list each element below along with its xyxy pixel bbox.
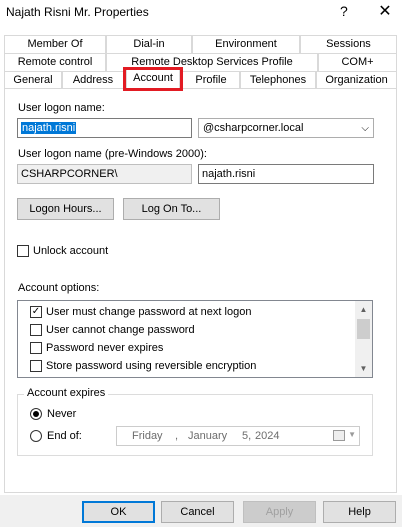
account-options-label: Account options: [18, 282, 100, 294]
tab-dial-in[interactable]: Dial-in [106, 35, 192, 53]
domain-suffix-value: @csharpcorner.local [203, 122, 304, 134]
option-label: Store password using reversible encrypti… [46, 360, 257, 372]
scroll-thumb[interactable] [357, 319, 370, 339]
never-radio[interactable] [30, 408, 42, 420]
date-separator: , [175, 430, 179, 442]
option-checkbox[interactable] [30, 360, 42, 372]
list-item[interactable]: User cannot change password [18, 321, 354, 339]
window-title: Najath Risni Mr. Properties [6, 5, 149, 19]
date-day: 5, [242, 430, 252, 442]
domain-suffix-select[interactable]: @csharpcorner.local ⌵ [198, 118, 374, 138]
option-label: User cannot change password [46, 324, 195, 336]
cancel-button[interactable]: Cancel [161, 501, 234, 523]
date-month: January [188, 430, 228, 442]
list-item[interactable]: Password never expires [18, 339, 354, 357]
pre2000-user-value: najath.risni [202, 168, 256, 180]
option-checkbox[interactable] [30, 324, 42, 336]
tab-general[interactable]: General [4, 71, 62, 89]
radio-selected-dot [33, 411, 39, 417]
apply-button: Apply [243, 501, 316, 523]
ok-button[interactable]: OK [82, 501, 155, 523]
tab-environment[interactable]: Environment [192, 35, 300, 53]
logon-name-value: najath.risni [21, 122, 77, 134]
scroll-up-icon[interactable]: ▲ [355, 301, 372, 318]
account-expires-group [17, 394, 373, 456]
option-checkbox[interactable] [30, 342, 42, 354]
account-expires-label: Account expires [24, 387, 109, 399]
tab-organization[interactable]: Organization [316, 71, 397, 89]
log-on-to-button[interactable]: Log On To... [123, 198, 220, 220]
option-checkbox[interactable]: ✓ [30, 306, 42, 318]
never-label: Never [47, 408, 77, 420]
chevron-down-icon: ⌵ [361, 123, 369, 134]
logon-hours-button[interactable]: Logon Hours... [17, 198, 114, 220]
end-of-label: End of: [47, 430, 82, 442]
tab-remote-control[interactable]: Remote control [4, 53, 106, 71]
dialog-button-bar: OK Cancel Apply Help [0, 495, 402, 527]
tab-account[interactable]: Account [126, 69, 180, 89]
chevron-down-icon: ▼ [348, 430, 356, 439]
unlock-account-checkbox[interactable] [17, 245, 29, 257]
pre2000-domain-field: CSHARPCORNER\ [17, 164, 192, 184]
options-scrollbar[interactable]: ▲ ▼ [355, 301, 372, 377]
date-year: 2024 [255, 430, 280, 442]
tab-member-of[interactable]: Member Of [4, 35, 106, 53]
list-item[interactable]: Store password using reversible encrypti… [18, 357, 354, 375]
calendar-icon [333, 430, 345, 441]
close-icon[interactable]: ✕ [372, 1, 398, 23]
title-bar: Najath Risni Mr. Properties ? ✕ [0, 0, 402, 28]
tab-com-plus[interactable]: COM+ [318, 53, 397, 71]
list-item[interactable]: ✓ User must change password at next logo… [18, 303, 354, 321]
logon-name-label: User logon name: [18, 102, 105, 114]
tab-profile[interactable]: Profile [182, 71, 240, 89]
help-icon[interactable]: ? [340, 3, 348, 19]
option-label: User must change password at next logon [46, 306, 252, 318]
tab-telephones[interactable]: Telephones [240, 71, 316, 89]
end-of-radio[interactable] [30, 430, 42, 442]
account-options-list[interactable]: ✓ User must change password at next logo… [17, 300, 373, 378]
unlock-account-label: Unlock account [33, 245, 109, 257]
tab-address[interactable]: Address [62, 71, 124, 89]
pre2000-user-input[interactable]: najath.risni [198, 164, 374, 184]
logon-name-input[interactable]: najath.risni [17, 118, 192, 138]
pre2000-label: User logon name (pre-Windows 2000): [18, 148, 207, 160]
pre2000-domain-value: CSHARPCORNER\ [21, 168, 118, 180]
scroll-down-icon[interactable]: ▼ [355, 360, 372, 377]
help-button[interactable]: Help [323, 501, 396, 523]
expiry-date-picker: Friday , January 5, 2024 ▼ [116, 426, 360, 446]
tab-sessions[interactable]: Sessions [300, 35, 397, 53]
date-weekday: Friday [132, 430, 163, 442]
option-label: Password never expires [46, 342, 164, 354]
